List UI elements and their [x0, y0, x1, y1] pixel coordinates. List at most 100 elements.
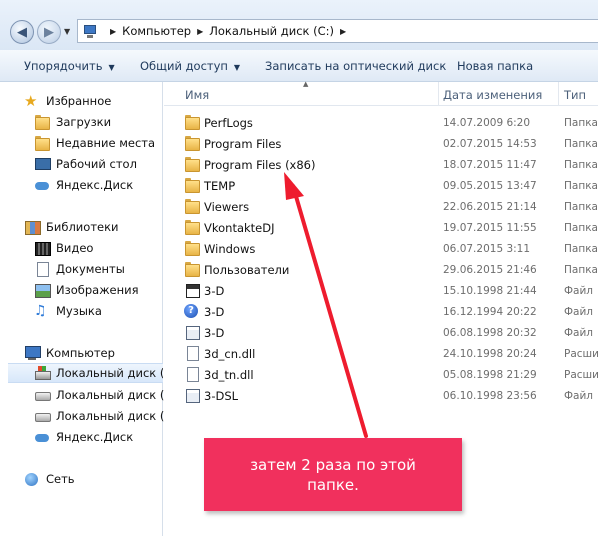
file-type: Папка [564, 116, 598, 129]
file-row[interactable]: Viewers 22.06.2015 21:14 Папка [164, 196, 598, 217]
forward-button[interactable]: ▶ [37, 20, 61, 44]
nav-libraries[interactable]: Библиотеки [24, 217, 187, 237]
folder-icon [184, 115, 200, 130]
address-bar: ◀ ▶ ▼ ▶ Компьютер ▶ Локальный диск (C:) … [0, 0, 598, 50]
file-date: 16.12.1994 20:22 [443, 305, 537, 318]
exe-icon [184, 325, 200, 340]
forward-arrow-icon: ▶ [44, 24, 54, 40]
file-name: Пользователи [204, 262, 290, 277]
help-icon: ? [184, 304, 198, 318]
column-name[interactable]: Имя [185, 88, 209, 102]
breadcrumb-separator-icon[interactable]: ▶ [197, 27, 203, 36]
file-type: Папка [564, 242, 598, 255]
file-name: 3d_cn.dll [204, 346, 256, 361]
file-row[interactable]: VkontakteDJ 19.07.2015 11:55 Папка [164, 217, 598, 238]
drive-icon [34, 388, 51, 402]
nav-yandex-disk-drive-label: Яндекс.Диск [56, 430, 134, 444]
nav-favorites-label: Избранное [46, 94, 112, 108]
file-row[interactable]: Program Files (x86) 18.07.2015 11:47 Папка [164, 154, 598, 175]
file-row[interactable]: Пользователи 29.06.2015 21:46 Папка [164, 259, 598, 280]
video-icon [34, 241, 51, 256]
nav-videos-label: Видео [56, 241, 94, 255]
file-row[interactable]: Program Files 02.07.2015 14:53 Папка [164, 133, 598, 154]
file-type: Папка [564, 263, 598, 276]
new-folder-button[interactable]: Новая папка [457, 59, 533, 73]
downloads-folder-icon [34, 115, 50, 130]
nav-local-disk-e-label: Локальный диск (E: [56, 409, 176, 423]
file-type: Папка [564, 221, 598, 234]
network-globe-icon [24, 472, 40, 486]
file-date: 02.07.2015 14:53 [443, 137, 537, 150]
system-drive-icon [34, 366, 51, 380]
file-type: Папка [564, 137, 598, 150]
file-date: 05.08.1998 21:29 [443, 368, 537, 381]
file-type: Файл [564, 389, 594, 402]
file-date: 06.07.2015 3:11 [443, 242, 531, 255]
column-header-row: ▲ Имя Дата изменения Тип [164, 80, 598, 106]
file-row[interactable]: 3d_tn.dll 05.08.1998 21:29 Расши [164, 364, 598, 385]
file-type: Расши [564, 347, 598, 360]
file-row[interactable]: TEMP 09.05.2015 13:47 Папка [164, 175, 598, 196]
file-date: 09.05.2015 13:47 [443, 179, 537, 192]
organize-button[interactable]: Упорядочить ▼ [24, 59, 115, 73]
back-button[interactable]: ◀ [10, 20, 34, 44]
column-type[interactable]: Тип [564, 88, 586, 102]
nav-libraries-label: Библиотеки [46, 220, 119, 234]
sort-ascending-icon: ▲ [303, 80, 309, 88]
file-type: Папка [564, 179, 598, 192]
nav-network[interactable]: Сеть [24, 469, 187, 489]
file-date: 19.07.2015 11:55 [443, 221, 537, 234]
nav-desktop-label: Рабочий стол [56, 157, 137, 171]
nav-pictures-label: Изображения [56, 283, 139, 297]
file-row[interactable]: 3-DSL 06.10.1998 23:56 Файл [164, 385, 598, 406]
folder-icon [184, 136, 200, 151]
nav-computer-label: Компьютер [46, 346, 115, 360]
share-button[interactable]: Общий доступ ▼ [140, 59, 240, 73]
file-name: PerfLogs [204, 115, 253, 130]
library-icon [24, 220, 41, 235]
file-type: Расши [564, 368, 598, 381]
breadcrumb-separator-icon[interactable]: ▶ [110, 27, 116, 36]
folder-icon [184, 262, 200, 277]
nav-local-disk-d-label: Локальный диск (D [56, 388, 174, 402]
file-name: 3-D [204, 304, 225, 319]
file-type: Файл [564, 284, 594, 297]
computer-icon [82, 24, 98, 38]
file-name: Program Files (x86) [204, 157, 316, 172]
recent-places-icon [34, 136, 50, 151]
file-row[interactable]: Windows 06.07.2015 3:11 Папка [164, 238, 598, 259]
file-date: 14.07.2009 6:20 [443, 116, 531, 129]
nav-local-disk-c[interactable]: Локальный диск (C [8, 363, 163, 383]
file-name: 3d_tn.dll [204, 367, 254, 382]
file-date: 15.10.1998 21:44 [443, 284, 537, 297]
nav-music-label: Музыка [56, 304, 102, 318]
nav-favorites[interactable]: ★ Избранное [24, 91, 187, 111]
file-date: 06.08.1998 20:32 [443, 326, 537, 339]
folder-icon [184, 157, 200, 172]
file-row[interactable]: 3-D 06.08.1998 20:32 Файл [164, 322, 598, 343]
breadcrumb-computer[interactable]: Компьютер [122, 24, 191, 38]
drive-icon [34, 409, 51, 423]
column-date[interactable]: Дата изменения [443, 88, 542, 102]
file-date: 29.06.2015 21:46 [443, 263, 537, 276]
file-row[interactable]: 3-D 15.10.1998 21:44 Файл [164, 280, 598, 301]
breadcrumb-local-disk-c[interactable]: Локальный диск (C:) [209, 24, 334, 38]
breadcrumb[interactable]: ▶ Компьютер ▶ Локальный диск (C:) ▶ [77, 19, 598, 43]
file-type: Файл [564, 305, 594, 318]
file-name: VkontakteDJ [204, 220, 275, 235]
burn-button[interactable]: Записать на оптический диск [265, 59, 446, 73]
file-row[interactable]: PerfLogs 14.07.2009 6:20 Папка [164, 112, 598, 133]
folder-icon [184, 178, 200, 193]
file-date: 06.10.1998 23:56 [443, 389, 537, 402]
desktop-icon [34, 157, 51, 171]
nav-computer[interactable]: Компьютер [24, 343, 187, 363]
file-name: 3-D [204, 283, 225, 298]
breadcrumb-separator-icon[interactable]: ▶ [340, 27, 346, 36]
file-row[interactable]: 3d_cn.dll 24.10.1998 20:24 Расши [164, 343, 598, 364]
music-note-icon: ♫ [34, 303, 47, 319]
recent-pages-dropdown[interactable]: ▼ [64, 27, 70, 36]
folder-icon [184, 199, 200, 214]
file-row[interactable]: ? 3-D 16.12.1994 20:22 Файл [164, 301, 598, 322]
file-name: 3-DSL [204, 388, 239, 403]
nav-local-disk-c-label: Локальный диск (C [56, 366, 163, 380]
